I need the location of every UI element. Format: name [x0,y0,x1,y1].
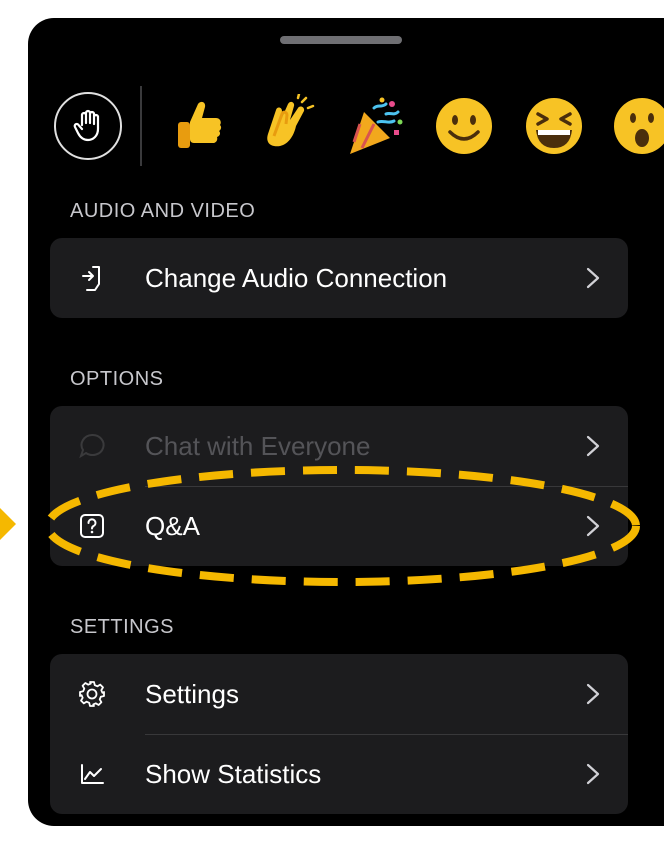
reactions-row [50,84,664,174]
chevron-right-icon [586,515,600,537]
chat-bubble-icon [78,432,106,460]
smiling-face-emoji-button[interactable] [428,90,500,162]
raise-hand-button[interactable] [54,92,122,160]
gear-icon [78,680,106,708]
qa-row[interactable]: Q&A [50,486,628,566]
chevron-right-icon [586,267,600,289]
section-label-audio-video: AUDIO AND VIDEO [70,200,256,222]
raise-hand-icon [73,109,100,142]
settings-card: Settings Show Statistics [50,654,628,814]
change-audio-connection-row[interactable]: Change Audio Connection [50,238,628,318]
show-statistics-label: Show Statistics [145,758,322,789]
thumbs-up-emoji [178,101,222,148]
party-popper-emoji-button[interactable] [340,90,412,162]
clapping-hands-emoji-button[interactable] [250,90,322,162]
chat-with-everyone-label: Chat with Everyone [145,430,371,461]
chat-with-everyone-row[interactable]: Chat with Everyone [50,406,628,486]
smiling-face-emoji [436,98,492,154]
show-statistics-row[interactable]: Show Statistics [50,734,628,814]
grinning-squinting-face-emoji-button[interactable] [518,90,590,162]
surprised-face-emoji [614,98,664,154]
options-card: Chat with Everyone Q&A [50,406,628,566]
settings-row[interactable]: Settings [50,654,628,734]
audio-video-card: Change Audio Connection [50,238,628,318]
section-label-settings: SETTINGS [70,616,175,638]
question-box-icon [78,512,106,540]
qa-label: Q&A [145,510,200,541]
thumbs-up-emoji-button[interactable] [162,90,234,162]
grinning-squinting-face-emoji [526,98,582,154]
reactions-divider [140,86,142,166]
annotation-arrow-icon [0,508,16,540]
audio-connection-icon [78,264,106,292]
surprised-face-emoji-button[interactable] [606,90,664,162]
change-audio-connection-label: Change Audio Connection [145,262,448,293]
statistics-chart-icon [78,760,106,788]
chevron-right-icon [586,683,600,705]
clapping-hands-emoji [267,94,315,147]
more-options-sheet: AUDIO AND VIDEO Change Audio Connection … [28,18,664,826]
chevron-right-icon [586,763,600,785]
section-label-options: OPTIONS [70,368,164,390]
party-popper-emoji [350,97,403,154]
chevron-right-icon [586,435,600,457]
settings-label: Settings [145,678,239,709]
sheet-grabber-handle[interactable] [280,36,402,44]
